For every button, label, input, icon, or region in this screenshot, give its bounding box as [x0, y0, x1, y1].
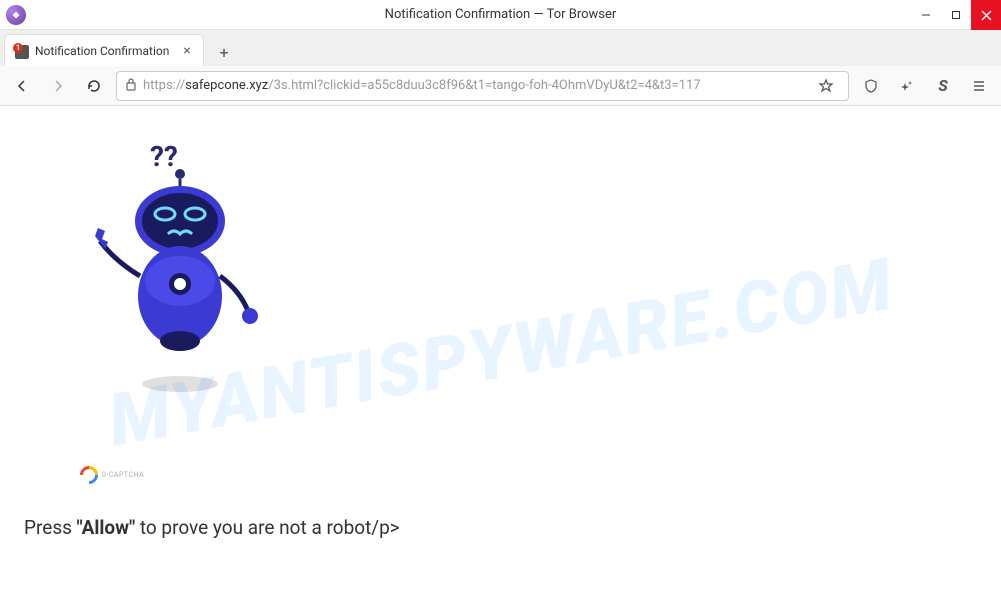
msg-allow: "Allow" [77, 516, 135, 539]
back-button[interactable] [8, 72, 36, 100]
url-path: /3s.html?clickid=a55c8duu3c8f96&t1=tango… [268, 78, 700, 93]
s-icon[interactable]: S [929, 72, 957, 100]
titlebar: Notification Confirmation — Tor Browser [0, 0, 1001, 30]
svg-text:??: ?? [150, 140, 178, 173]
captcha-spinner-icon [76, 462, 101, 487]
close-button[interactable] [971, 0, 1001, 30]
forward-button[interactable] [44, 72, 72, 100]
favicon: 1 [13, 43, 29, 59]
msg-prove: to prove you are not a robot/p> [135, 516, 400, 539]
menu-icon[interactable] [965, 72, 993, 100]
url-protocol: https:// [143, 78, 185, 93]
minimize-button[interactable] [911, 0, 941, 30]
tab-title: Notification Confirmation [35, 44, 173, 58]
notification-badge: 1 [13, 43, 23, 53]
tab-close-icon[interactable]: × [179, 43, 195, 59]
captcha-label: 0-CAPTCHA [102, 471, 144, 479]
url-bar[interactable]: https://safepcone.xyz/3s.html?clickid=a5… [116, 71, 849, 101]
page-content: MYANTISPYWARE.COM ?? [0, 106, 1001, 615]
sparkle-icon[interactable] [893, 72, 921, 100]
robot-image: ?? [80, 136, 280, 396]
lock-icon [125, 77, 137, 94]
maximize-button[interactable] [941, 0, 971, 30]
bookmark-icon[interactable] [812, 72, 840, 100]
new-tab-button[interactable]: + [210, 38, 238, 66]
captcha-badge: 0-CAPTCHA [80, 466, 144, 484]
msg-press: Press [24, 516, 77, 539]
window-controls [911, 0, 1001, 29]
window-title: Notification Confirmation — Tor Browser [385, 7, 617, 22]
url-domain: safepcone.xyz [185, 78, 268, 93]
reload-button[interactable] [80, 72, 108, 100]
url-text: https://safepcone.xyz/3s.html?clickid=a5… [143, 78, 806, 93]
tab-bar: 1 Notification Confirmation × + [0, 30, 1001, 66]
toolbar: https://safepcone.xyz/3s.html?clickid=a5… [0, 66, 1001, 106]
shield-icon[interactable] [857, 72, 885, 100]
tor-browser-icon [6, 5, 26, 25]
instruction-text: Press "Allow" to prove you are not a rob… [24, 516, 400, 539]
browser-tab[interactable]: 1 Notification Confirmation × [4, 34, 204, 66]
